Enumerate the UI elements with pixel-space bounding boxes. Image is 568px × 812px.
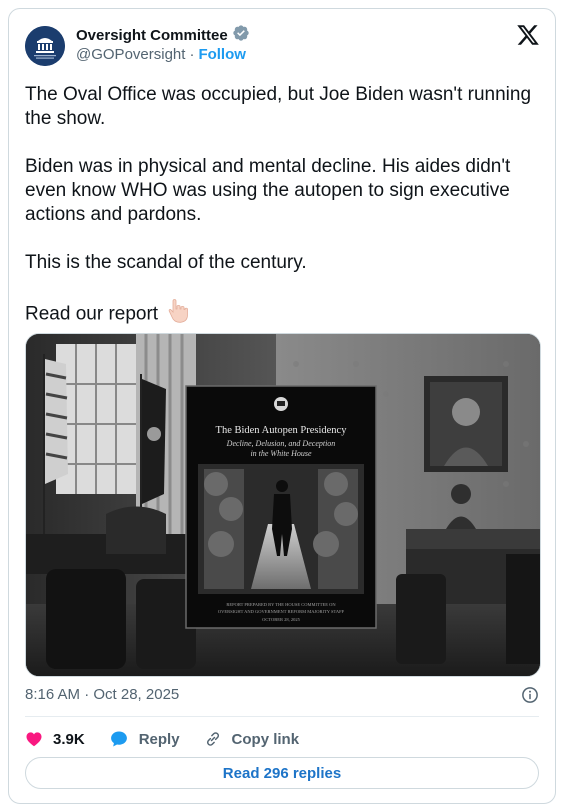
copy-link-label: Copy link — [231, 730, 300, 748]
heart-icon — [25, 730, 43, 748]
report-footer: OVERSIGHT AND GOVERNMENT REFORM MAJORITY… — [218, 609, 345, 614]
avatar[interactable] — [25, 26, 65, 66]
report-subtitle: in the White House — [250, 449, 312, 458]
like-count: 3.9K — [53, 730, 85, 748]
tweet-paragraph: Biden was in physical and mental decline… — [25, 156, 511, 225]
separator-dot: · — [189, 46, 195, 63]
reply-label: Reply — [138, 730, 180, 748]
display-name[interactable]: Oversight Committee — [76, 27, 228, 44]
reply-bubble-icon — [109, 729, 129, 749]
pointing-down-hand-icon — [167, 299, 189, 330]
tweet-media-image[interactable]: The Biden Autopen Presidency Decline, De… — [25, 333, 541, 677]
divider — [25, 716, 539, 717]
tweet-timestamp[interactable]: 8:16 AM · Oct 28, 2025 — [25, 686, 179, 703]
report-title: The Biden Autopen Presidency — [216, 425, 348, 436]
report-subtitle: Decline, Delusion, and Deception — [226, 439, 336, 448]
follow-button[interactable]: Follow — [198, 46, 246, 63]
reply-button[interactable]: Reply — [109, 729, 180, 749]
committee-seal-icon — [25, 26, 65, 66]
read-replies-button[interactable]: Read 296 replies — [25, 757, 539, 789]
tweet-paragraph: The Oval Office was occupied, but Joe Bi… — [25, 84, 532, 129]
author-name-row: Oversight Committee — [76, 24, 250, 47]
info-icon[interactable] — [521, 686, 539, 704]
tweet-paragraph: Read our report — [25, 303, 159, 325]
verified-badge-icon — [232, 24, 250, 47]
report-cover-photo: The Biden Autopen Presidency Decline, De… — [26, 334, 540, 676]
tweet-text: The Oval Office was occupied, but Joe Bi… — [25, 83, 541, 330]
report-footer: REPORT PREPARED BY THE HOUSE COMMITTEE O… — [226, 602, 336, 607]
handle-row: @GOPoversight · Follow — [76, 46, 246, 63]
link-icon — [204, 730, 222, 748]
like-button[interactable]: 3.9K — [25, 730, 85, 748]
action-bar: 3.9K Reply Copy link — [25, 725, 323, 753]
tweet-card: Oversight Committee @GOPoversight · Foll… — [8, 8, 556, 804]
copy-link-button[interactable]: Copy link — [204, 730, 300, 748]
tweet-last-line: Read our report — [25, 299, 541, 330]
handle[interactable]: @GOPoversight — [76, 46, 185, 63]
x-logo-icon[interactable] — [516, 23, 540, 47]
tweet-paragraph: This is the scandal of the century. — [25, 252, 307, 273]
report-cover: The Biden Autopen Presidency Decline, De… — [185, 385, 377, 629]
